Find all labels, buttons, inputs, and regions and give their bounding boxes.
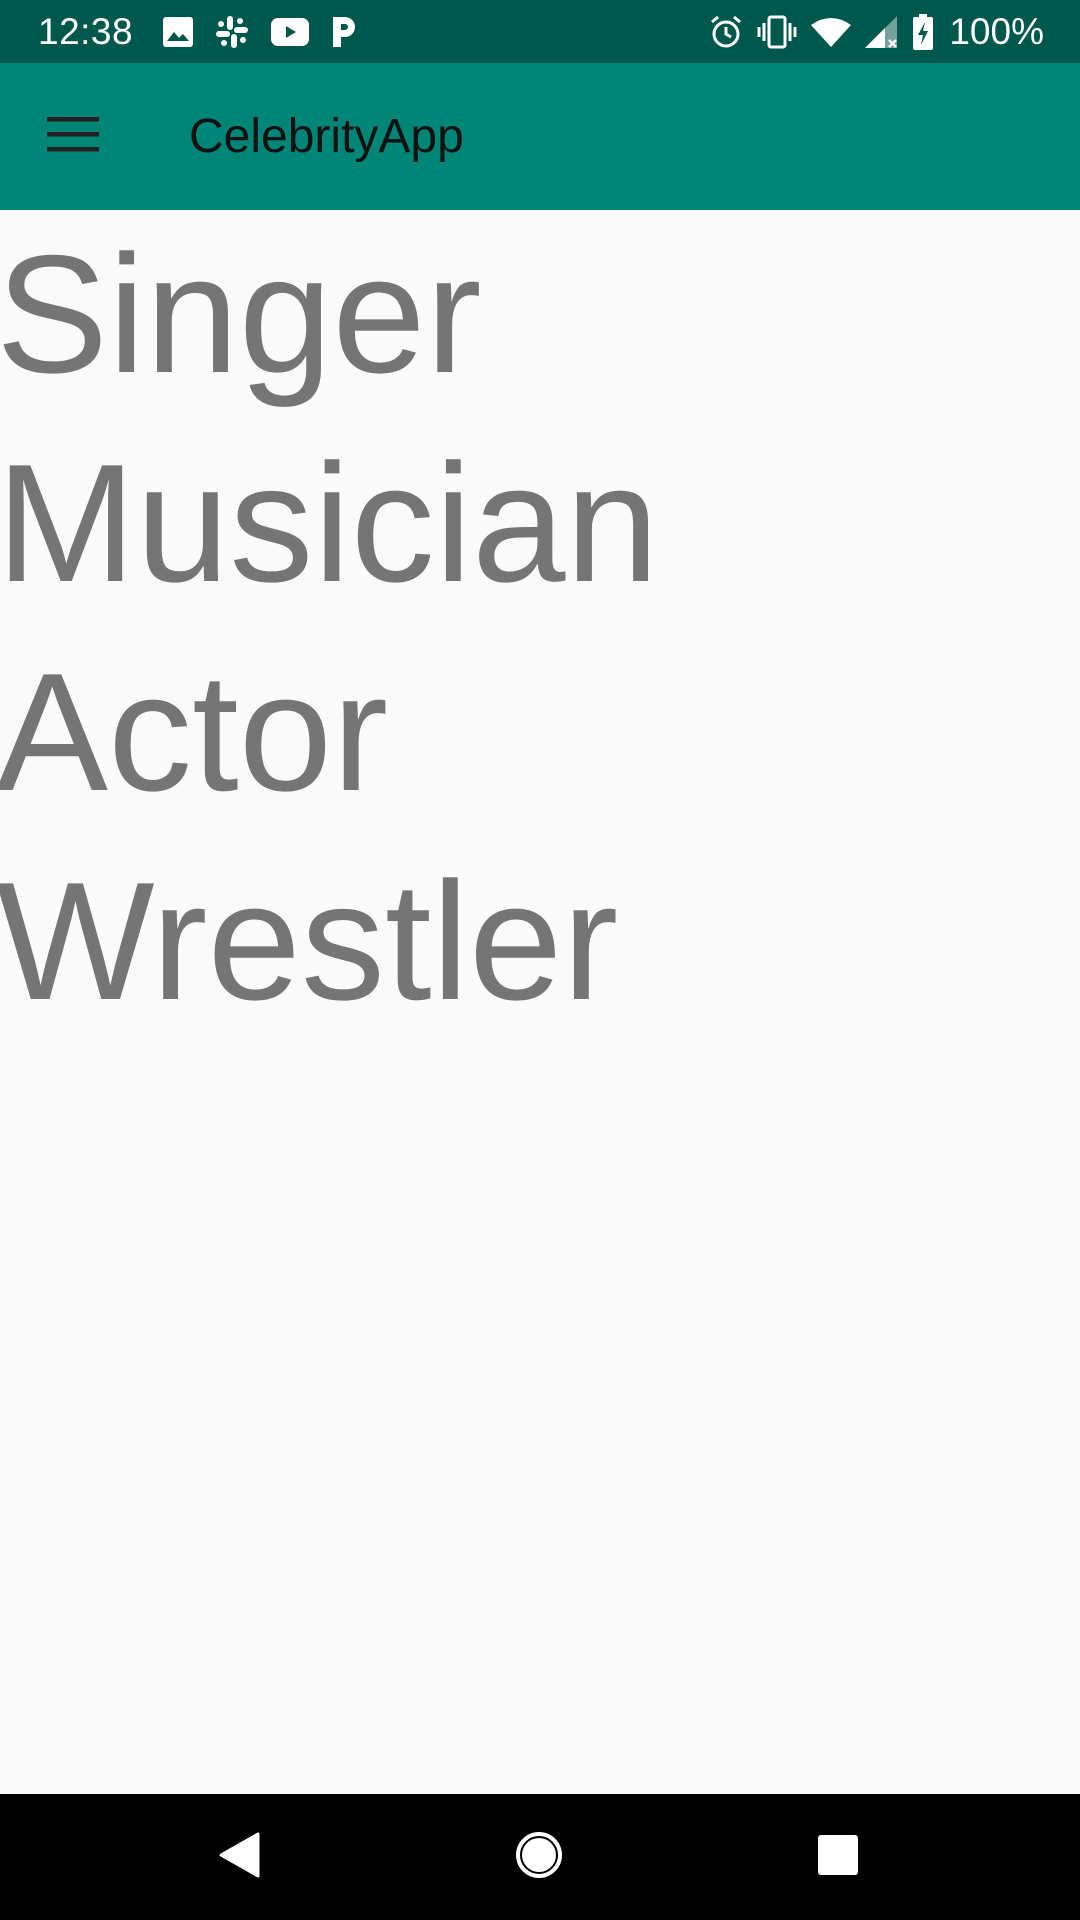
slack-icon: [215, 12, 249, 52]
category-item-wrestler[interactable]: Wrestler: [0, 837, 1080, 1046]
vibrate-icon: [757, 12, 797, 52]
category-item-singer[interactable]: Singer: [0, 210, 1080, 419]
wifi-icon: [811, 12, 852, 52]
status-right: 100%: [709, 0, 1044, 63]
recents-button[interactable]: [773, 1794, 903, 1920]
category-item-musician[interactable]: Musician: [0, 419, 1080, 628]
navigation-bar: [0, 1794, 1080, 1920]
image-icon: [163, 12, 194, 52]
category-content: Singer Musician Actor Wrestler: [0, 210, 1080, 1794]
back-button[interactable]: [174, 1794, 304, 1920]
alarm-icon: [709, 12, 743, 52]
youtube-icon: [271, 12, 310, 52]
category-item-actor[interactable]: Actor: [0, 628, 1080, 837]
status-left: 12:38: [38, 0, 379, 63]
status-clock: 12:38: [38, 10, 134, 52]
status-bar: 12:38 100%: [0, 0, 1080, 63]
back-icon: [218, 1832, 260, 1883]
hamburger-menu-icon: [47, 115, 99, 158]
signal-icon: [865, 12, 899, 52]
app-bar: CelebrityApp: [0, 63, 1080, 210]
category-list: Singer Musician Actor Wrestler: [0, 210, 1080, 1046]
home-icon: [515, 1831, 563, 1884]
battery-charging-icon: [913, 12, 934, 52]
menu-button[interactable]: [0, 63, 146, 210]
home-button[interactable]: [474, 1794, 604, 1920]
battery-percent: 100%: [949, 10, 1044, 52]
app-title: CelebrityApp: [189, 110, 464, 163]
pandora-icon: [331, 12, 357, 52]
recents-icon: [818, 1834, 858, 1880]
